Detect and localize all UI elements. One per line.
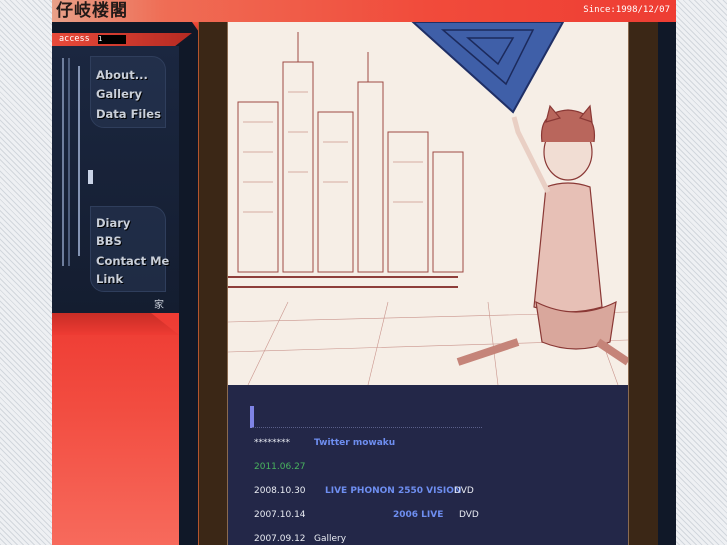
access-count: 1: [98, 35, 126, 44]
news-panel: ******** Twitter mowaku 2011.06.27 2008.…: [227, 385, 629, 545]
news-link-twitter[interactable]: Twitter mowaku: [314, 438, 395, 448]
news-suffix: DVD: [459, 510, 479, 520]
nav-bbs[interactable]: BBS: [96, 234, 122, 248]
header-bar: 仔岐楼閣 Since:1998/12/07: [52, 0, 676, 22]
sidebar-rail: [68, 58, 70, 266]
home-icon[interactable]: 家: [154, 296, 164, 311]
nav-gallery[interactable]: Gallery: [96, 87, 142, 101]
main-column: ******** Twitter mowaku 2011.06.27 2008.…: [198, 22, 659, 545]
news-suffix: DVD: [454, 486, 474, 496]
since-date: Since:1998/12/07: [583, 5, 670, 15]
page-frame: 仔岐楼閣 Since:1998/12/07 access 1 About... …: [52, 0, 676, 545]
access-label: access: [59, 34, 90, 44]
nav-about[interactable]: About...: [96, 68, 148, 82]
access-counter-bar: access 1: [52, 33, 192, 46]
sidebar-rail: [62, 58, 64, 266]
sidebar: About... Gallery Data Files Diary BBS Co…: [52, 46, 179, 313]
news-divider: [252, 427, 482, 428]
nav-data-files[interactable]: Data Files: [96, 107, 161, 121]
sidebar-red-block: [52, 313, 179, 545]
hero-illustration: [227, 22, 629, 385]
nav-contact-me[interactable]: Contact Me: [96, 254, 169, 268]
nav-link[interactable]: Link: [96, 272, 123, 286]
nav-diary[interactable]: Diary: [96, 216, 130, 230]
news-date: 2007.10.14: [254, 510, 306, 520]
sidebar-rail: [78, 66, 80, 256]
news-suffix: Gallery: [314, 534, 347, 544]
news-date: ********: [254, 438, 290, 448]
news-heading-marker: [250, 406, 254, 428]
news-date: 2011.06.27: [254, 462, 306, 472]
sidebar-marker: [88, 170, 93, 184]
news-date: 2008.10.30: [254, 486, 306, 496]
news-link-2006-live[interactable]: 2006 LIVE: [393, 510, 443, 520]
right-rail: [658, 22, 676, 545]
illustration-sketch: [228, 22, 628, 385]
news-link-live-dvd[interactable]: LIVE PHONON 2550 VISION: [325, 486, 461, 496]
news-date: 2007.09.12: [254, 534, 306, 544]
site-logo[interactable]: 仔岐楼閣: [56, 2, 128, 20]
